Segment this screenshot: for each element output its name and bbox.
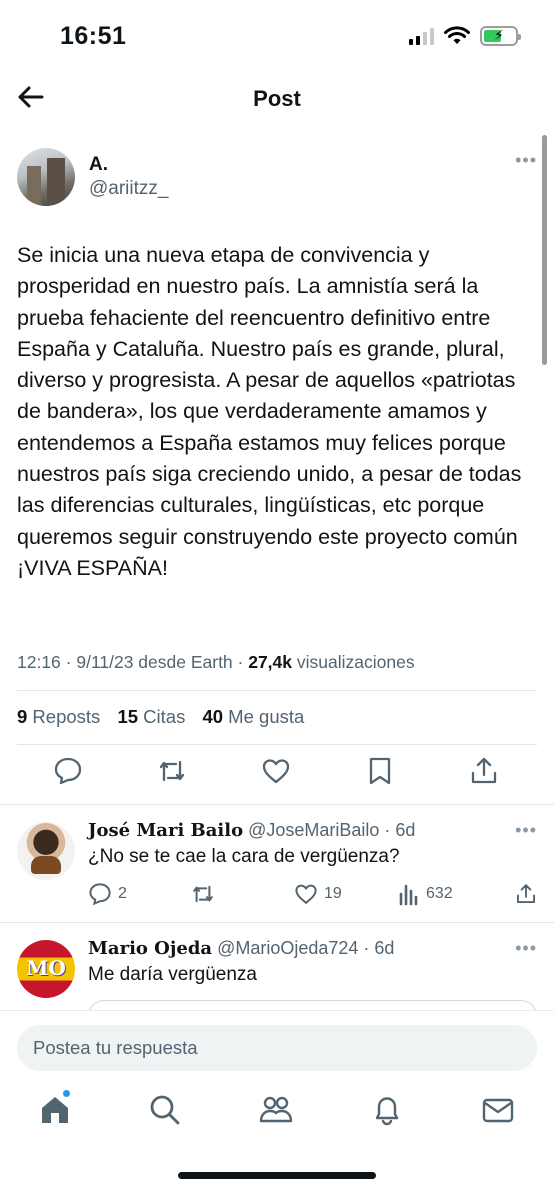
divider: [17, 744, 537, 745]
heart-icon: [295, 884, 317, 905]
avatar[interactable]: [17, 822, 75, 880]
like-count: 19: [324, 885, 342, 902]
share-upload-icon: [516, 884, 536, 904]
reply-text: Me daría vergüenza: [88, 964, 257, 985]
reply-like-button[interactable]: 19: [294, 882, 342, 906]
repost-arrows-icon: [193, 885, 213, 903]
reply-reply-button[interactable]: 2: [88, 882, 127, 906]
views-label: visualizaciones: [292, 652, 415, 672]
wifi-icon: [444, 26, 470, 44]
status-bar: 16:51 ⚡: [0, 0, 554, 74]
reply-author-handle[interactable]: @JoseMariBailo · 6d: [243, 820, 415, 840]
nav-bar: Post: [0, 74, 554, 124]
post-meta: 12:16 · 9/11/23 desde Earth · 27,4k visu…: [17, 652, 415, 673]
likes-stat[interactable]: 40 Me gusta: [202, 706, 304, 727]
bookmark-icon[interactable]: [365, 756, 395, 786]
reply-composer-input[interactable]: Postea tu respuesta: [17, 1025, 537, 1071]
reply-repost-button[interactable]: [190, 882, 222, 906]
divider: [17, 690, 537, 691]
home-icon[interactable]: [38, 1093, 72, 1127]
reply-author-name[interactable]: José Mari Bailo: [88, 820, 243, 841]
page-title: Post: [253, 86, 301, 111]
post-timestamp[interactable]: 12:16 · 9/11/23 desde Earth ·: [17, 652, 248, 672]
more-horizontal-icon[interactable]: •••: [515, 150, 537, 171]
post-actions: [0, 756, 554, 794]
post-header: A. @ariitzz_ •••: [17, 148, 537, 208]
reply-count: 2: [118, 885, 127, 902]
avatar[interactable]: [17, 148, 75, 206]
divider: [0, 804, 554, 805]
more-horizontal-icon[interactable]: •••: [515, 938, 537, 959]
reply-item[interactable]: José Mari Bailo @JoseMariBailo · 6d ••• …: [0, 820, 554, 920]
heart-icon[interactable]: [261, 756, 291, 786]
reply-share-button[interactable]: [515, 882, 537, 906]
share-upload-icon[interactable]: [469, 756, 499, 786]
reply-author-handle[interactable]: @MarioOjeda724 · 6d: [212, 938, 394, 958]
reply-text: ¿No se te cae la cara de vergüenza?: [88, 846, 400, 867]
reply-header: Mario Ojeda @MarioOjeda724 · 6d: [88, 938, 394, 959]
author-name[interactable]: A.: [89, 154, 108, 176]
reply-views-button[interactable]: 632: [398, 882, 453, 906]
tab-bar: [0, 1089, 554, 1143]
home-indicator[interactable]: [178, 1172, 376, 1179]
avatar[interactable]: MO: [17, 940, 75, 998]
status-icons: ⚡: [409, 26, 521, 46]
reply-actions: 2 19 632: [88, 882, 537, 908]
views-count: 27,4k: [248, 652, 293, 672]
view-count: 632: [426, 885, 453, 902]
status-time: 16:51: [60, 22, 127, 50]
speech-bubble-icon: [89, 883, 111, 906]
mail-icon[interactable]: [481, 1093, 515, 1127]
speech-bubble-icon[interactable]: [53, 756, 83, 786]
post-stats: 9 Reposts 15 Citas 40 Me gusta: [17, 706, 316, 728]
communities-icon[interactable]: [259, 1093, 293, 1127]
scrollbar[interactable]: [542, 135, 547, 365]
more-horizontal-icon[interactable]: •••: [515, 820, 537, 841]
bell-icon[interactable]: [370, 1093, 404, 1127]
post-text: Se inicia una nueva etapa de convivencia…: [17, 243, 522, 580]
quotes-stat[interactable]: 15 Citas: [117, 706, 185, 727]
reply-header: José Mari Bailo @JoseMariBailo · 6d: [88, 820, 415, 841]
reposts-stat[interactable]: 9 Reposts: [17, 706, 100, 727]
author-handle[interactable]: @ariitzz_: [89, 178, 168, 200]
bar-chart-icon: [399, 884, 418, 906]
search-icon[interactable]: [148, 1093, 182, 1127]
reply-author-name[interactable]: Mario Ojeda: [88, 938, 212, 959]
battery-icon: ⚡: [480, 26, 521, 46]
repost-arrows-icon[interactable]: [157, 756, 187, 786]
cellular-signal-icon: [409, 27, 434, 45]
divider: [0, 922, 554, 923]
avatar-initials: MO: [26, 956, 66, 980]
notification-dot: [62, 1089, 71, 1098]
